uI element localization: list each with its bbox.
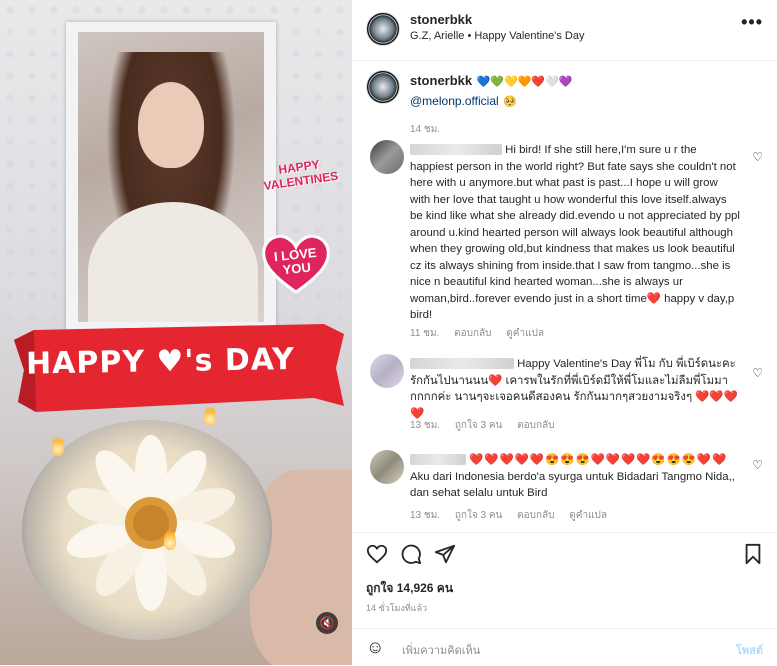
portrait-face xyxy=(138,82,204,168)
comment-like-icon[interactable]: ♡ xyxy=(752,150,763,164)
likes-count[interactable]: ถูกใจ 14,926 คน xyxy=(366,579,453,598)
speaker-muted-icon[interactable]: 🔇 xyxy=(316,612,338,634)
comment-meta: 11 ชม. ตอบกลับ ดูคำแปล xyxy=(410,326,556,341)
comment-like-icon[interactable]: ♡ xyxy=(752,458,763,472)
caption-mention[interactable]: @melonp.official xyxy=(410,94,499,108)
comment-username[interactable] xyxy=(410,144,502,156)
caption-avatar[interactable] xyxy=(366,70,400,104)
heart-outline-icon[interactable] xyxy=(366,543,388,565)
comment-time: 13 ชม. xyxy=(410,420,441,431)
post-button[interactable]: โพสต์ xyxy=(736,641,763,659)
comment-username[interactable] xyxy=(410,358,514,370)
comment-avatar[interactable] xyxy=(370,450,404,484)
comment-text: Happy Valentine's Day พี่โม กับ พี่เบิร์… xyxy=(410,356,740,422)
header-subtitle[interactable]: G.Z, Arielle • Happy Valentine's Day xyxy=(410,30,585,42)
daisy-flower xyxy=(66,435,236,611)
translate-button[interactable]: ดูคำแปล xyxy=(569,510,607,521)
caption-time: 14 ชม. xyxy=(410,124,441,135)
comment-input[interactable]: เพิ่มความคิดเห็น xyxy=(402,641,480,659)
portrait-frame xyxy=(66,22,276,337)
bookmark-icon[interactable] xyxy=(743,543,763,565)
reply-button[interactable]: ตอบกลับ xyxy=(517,510,554,521)
post-time: 14 ชั่วโมงที่แล้ว xyxy=(366,603,428,613)
comment-text-content: Aku dari Indonesia berdo'a syurga untuk … xyxy=(410,470,735,500)
header-username[interactable]: stonerbkk xyxy=(410,12,585,27)
post-header: stonerbkk G.Z, Arielle • Happy Valentine… xyxy=(352,0,777,61)
header-avatar[interactable] xyxy=(366,12,400,46)
translate-button[interactable]: ดูคำแปล xyxy=(506,328,544,339)
comment-bubble-icon[interactable] xyxy=(400,543,422,565)
comment-time: 13 ชม. xyxy=(410,510,441,521)
more-options-icon[interactable]: ••• xyxy=(741,12,763,33)
comment-time: 11 ชม. xyxy=(410,328,440,339)
comment-likes[interactable]: ถูกใจ 3 คน xyxy=(455,510,503,521)
paper-plane-icon[interactable] xyxy=(434,543,456,565)
comment-likes[interactable]: ถูกใจ 3 คน xyxy=(455,420,503,431)
caption-username[interactable]: stonerbkk xyxy=(410,73,472,88)
comment-text: Hi bird! If she still here,I'm sure u r … xyxy=(410,142,740,324)
caption-hearts: 💙💚💛🧡❤️🤍💜 xyxy=(476,76,573,88)
reply-button[interactable]: ตอบกลับ xyxy=(517,420,554,431)
comment-emoji-hearts: ❤️❤️❤️❤️❤️😍😍😍❤️❤️❤️❤️😍😍😍❤️❤️ xyxy=(469,454,728,466)
comment-avatar[interactable] xyxy=(370,140,404,174)
post-media[interactable]: HAPPY VALENTINES I LOVE YOU HAPPY ♥'s DA… xyxy=(0,0,352,665)
comment-username[interactable] xyxy=(410,454,466,466)
comment-text-content: Hi bird! If she still here,I'm sure u r … xyxy=(410,144,740,321)
banner-text: HAPPY ♥'s DAY xyxy=(25,341,296,382)
smiley-icon[interactable]: ☺ xyxy=(366,637,384,658)
caption-mention-emoji: 🥺 xyxy=(503,96,517,108)
reply-button[interactable]: ตอบกลับ xyxy=(454,328,491,339)
portrait-photo xyxy=(78,32,264,322)
post-panel: stonerbkk G.Z, Arielle • Happy Valentine… xyxy=(352,0,777,665)
comment-meta: 13 ชม. ถูกใจ 3 คน ตอบกลับ xyxy=(410,418,567,433)
comment-avatar[interactable] xyxy=(370,354,404,388)
comment-text: ❤️❤️❤️❤️❤️😍😍😍❤️❤️❤️❤️😍😍😍❤️❤️ Aku dari In… xyxy=(410,452,740,502)
comment-like-icon[interactable]: ♡ xyxy=(752,366,763,380)
add-comment-bar: ☺ เพิ่มความคิดเห็น โพสต์ xyxy=(352,628,777,666)
action-bar: ถูกใจ 14,926 คน 14 ชั่วโมงที่แล้ว xyxy=(352,532,777,643)
comment-meta: 13 ชม. ถูกใจ 3 คน ตอบกลับ ดูคำแปล xyxy=(410,508,619,523)
